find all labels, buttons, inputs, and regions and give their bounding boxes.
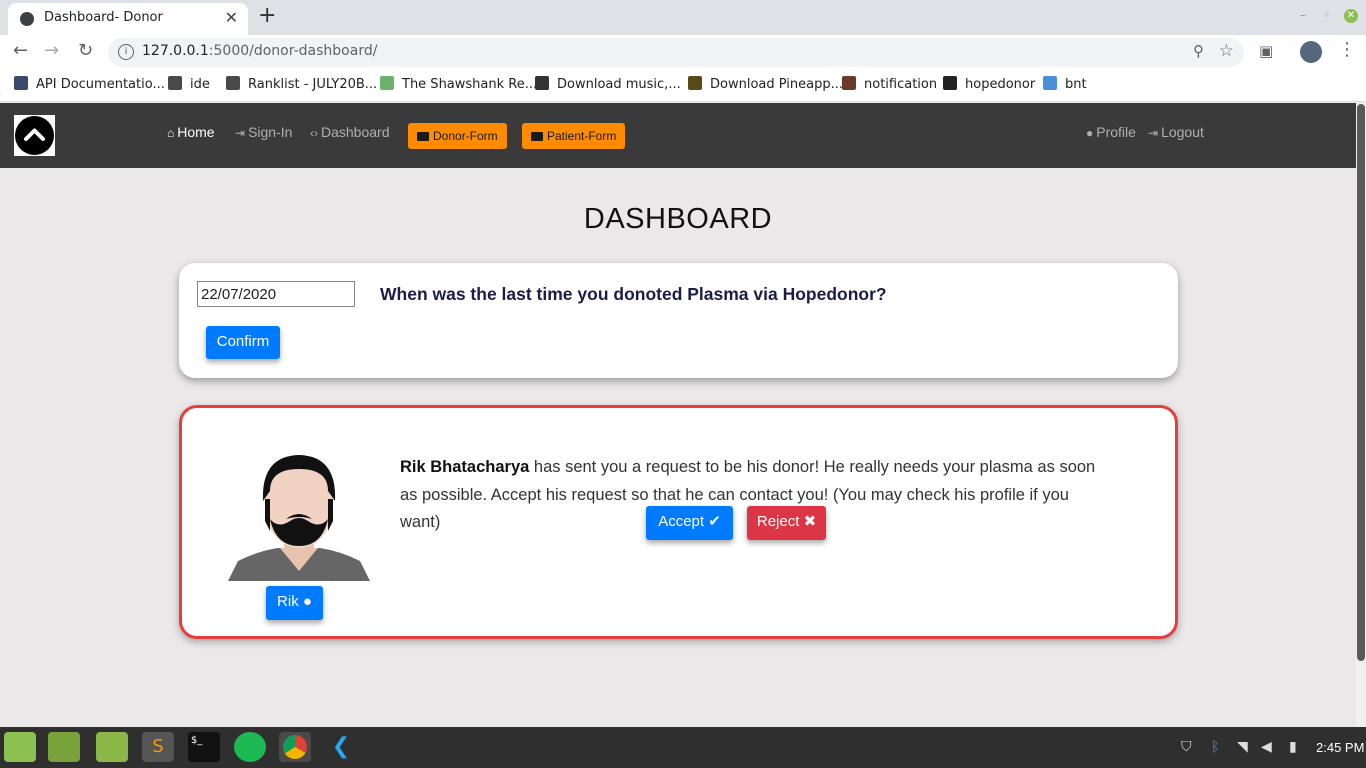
donor-form-button[interactable]: Donor-Form (408, 123, 507, 149)
menu-kebab-icon[interactable]: ⋮ (1338, 39, 1356, 60)
requester-name[interactable]: Rik Bhatacharya (400, 458, 529, 476)
logout-icon: ⇥ (1148, 126, 1159, 140)
accept-button[interactable]: Accept ✔ (646, 506, 733, 540)
bookmark-favicon-icon (842, 76, 856, 90)
requester-avatar (228, 455, 370, 581)
spotify-icon[interactable] (234, 732, 266, 762)
page-scrollbar[interactable] (1356, 103, 1366, 727)
web-page: ⌂ Home ⇥ Sign-In ‹› Dashboard Donor-Form Pa… (0, 103, 1356, 727)
nav-profile[interactable]: ● Profile (1086, 124, 1136, 140)
bookmark-favicon-icon (535, 76, 549, 90)
user-icon: ● (302, 593, 312, 610)
globe-icon (20, 12, 34, 26)
bookmark-label: Download music,... (557, 77, 681, 92)
vscode-icon[interactable]: ❮ (325, 732, 357, 762)
page-title: DASHBOARD (583, 203, 773, 235)
url-text[interactable]: 127.0.0.1:5000/donor-dashboard/ (142, 43, 377, 59)
battery-icon[interactable]: ▮ (1289, 739, 1297, 755)
bookmark-favicon-icon (943, 76, 957, 90)
window-close-icon[interactable]: ✕ (1344, 9, 1358, 23)
user-icon: ● (1086, 126, 1094, 140)
zoom-icon[interactable]: ⚲ (1193, 42, 1204, 60)
nav-sign-in[interactable]: ⇥ Sign-In (235, 124, 292, 140)
site-navbar: ⌂ Home ⇥ Sign-In ‹› Dashboard Donor-Form Pa… (0, 103, 1356, 168)
clock: 2:45 PM (1316, 740, 1365, 755)
bookmark-label: bnt (1065, 77, 1087, 92)
tab-title: Dashboard- Donor (44, 10, 163, 25)
bookmark-item[interactable]: The Shawshank Re... (380, 76, 537, 92)
profile-avatar-icon[interactable] (1300, 41, 1322, 63)
bookmark-label: Download Pineapp... (710, 77, 844, 92)
browser-tab[interactable]: Dashboard- Donor ✕ (8, 3, 248, 35)
forward-icon[interactable]: → (44, 40, 59, 61)
back-icon[interactable]: ← (13, 40, 28, 61)
bookmark-favicon-icon (688, 76, 702, 90)
bookmark-item[interactable]: bnt (1043, 76, 1087, 92)
bookmark-favicon-icon (14, 76, 28, 90)
last-donation-card: When was the last time you donoted Plasm… (179, 263, 1178, 378)
confirm-button[interactable]: Confirm (206, 326, 280, 359)
bookmark-label: Ranklist - JULY20B... (248, 77, 378, 92)
reject-button[interactable]: Reject ✖ (747, 506, 826, 540)
view-profile-button[interactable]: Rik ● (266, 586, 323, 620)
reload-icon[interactable]: ↻ (78, 40, 93, 61)
files-icon[interactable] (96, 732, 128, 762)
id-card-icon (531, 132, 543, 141)
bookmark-favicon-icon (226, 76, 240, 90)
volume-icon[interactable]: ◀ (1261, 739, 1272, 755)
bookmark-item[interactable]: Download music,... (535, 76, 681, 92)
bookmark-label: ide (190, 77, 210, 92)
bookmark-item[interactable]: hopedonor (943, 76, 1035, 92)
sublime-text-icon[interactable]: S (142, 732, 174, 762)
donor-request-card: Rik ● Rik Bhatacharya has sent you a req… (179, 405, 1178, 639)
shield-icon[interactable]: ⛉ (1181, 739, 1192, 755)
bookmark-item[interactable]: ide (168, 76, 210, 92)
chrome-icon[interactable] (279, 732, 311, 762)
tab-close-icon[interactable]: ✕ (225, 8, 238, 27)
browser-toolbar: ← → ↻ i 127.0.0.1:5000/donor-dashboard/ … (0, 35, 1366, 69)
mint-menu-icon[interactable] (4, 732, 36, 762)
times-icon: ✖ (803, 513, 817, 530)
folder-icon[interactable] (48, 732, 80, 762)
bookmark-label: hopedonor (965, 77, 1036, 92)
scrollbar-thumb[interactable] (1357, 104, 1365, 661)
bluetooth-icon[interactable]: ᛒ (1211, 739, 1219, 755)
bookmark-label: The Shawshank Re... (402, 77, 538, 92)
patient-form-button[interactable]: Patient-Form (522, 123, 626, 149)
sign-in-icon: ⇥ (235, 126, 246, 140)
bookmark-label: notification (864, 77, 938, 92)
bookmark-item[interactable]: notification (842, 76, 937, 92)
bookmark-favicon-icon (168, 76, 182, 90)
bookmark-item[interactable]: Download Pineapp... (688, 76, 843, 92)
donation-date-input[interactable] (197, 281, 355, 307)
terminal-icon[interactable]: $_ (188, 732, 220, 762)
bookmark-item[interactable]: Ranklist - JULY20B... (226, 76, 377, 92)
bookmarks-bar: API Documentatio... ide Ranklist - JULY20B… (0, 69, 1366, 102)
site-logo[interactable] (14, 115, 55, 156)
nav-home[interactable]: ⌂ Home (167, 124, 215, 140)
bookmark-label: API Documentatio... (36, 77, 165, 92)
donation-question: When was the last time you donoted Plasm… (380, 284, 887, 304)
chevron-up-icon (15, 116, 54, 155)
address-bar[interactable]: i 127.0.0.1:5000/donor-dashboard/ ⚲ ☆ (108, 38, 1244, 67)
nav-logout[interactable]: ⇥ Logout (1148, 124, 1204, 140)
bookmark-star-icon[interactable]: ☆ (1219, 41, 1234, 61)
camera-icon[interactable]: ▣ (1259, 42, 1273, 60)
id-card-icon (417, 132, 429, 141)
bookmark-favicon-icon (1043, 76, 1057, 90)
bookmark-item[interactable]: API Documentatio... (14, 76, 165, 92)
os-taskbar: S $_ ❮ ⛉ ᛒ ◥ ◀ ▮ 2:45 PM (0, 727, 1366, 768)
wifi-icon[interactable]: ◥ (1237, 739, 1248, 755)
minimize-icon[interactable]: – (1300, 8, 1306, 22)
code-icon: ‹› (310, 126, 318, 140)
new-tab-button[interactable]: + (258, 3, 276, 28)
bookmark-favicon-icon (380, 76, 394, 90)
check-icon: ✔ (708, 513, 721, 530)
maximize-icon[interactable]: ◦ (1323, 8, 1330, 22)
browser-tab-strip: Dashboard- Donor ✕ + – ◦ ✕ (0, 0, 1366, 35)
info-icon[interactable]: i (118, 44, 134, 60)
home-icon: ⌂ (167, 126, 175, 140)
nav-dashboard[interactable]: ‹› Dashboard (310, 124, 390, 140)
